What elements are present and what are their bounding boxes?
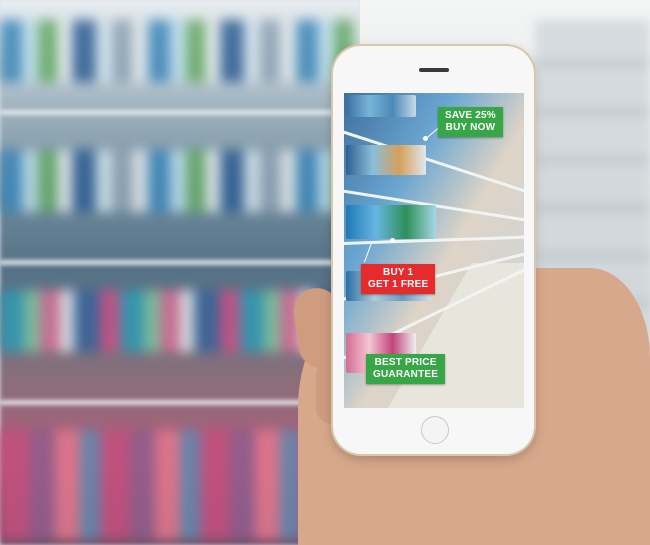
home-button[interactable]: [421, 416, 449, 444]
ar-tag-line: BUY 1: [383, 267, 414, 278]
ar-pointer-dot: [390, 238, 395, 243]
ar-tag-line: GET 1 FREE: [368, 279, 429, 290]
ar-tag-buy-1-get-1[interactable]: BUY 1 GET 1 FREE: [361, 264, 436, 294]
screen-products: [346, 95, 416, 117]
ar-tag-line: GUARANTEE: [373, 369, 439, 380]
shelf-edge: [0, 260, 360, 265]
ar-tag-line: BEST PRICE: [374, 357, 437, 368]
ar-tag-save-25[interactable]: SAVE 25% BUY NOW: [438, 107, 503, 137]
ar-pointer-line: [364, 241, 373, 263]
screen-products: [346, 205, 436, 239]
blurred-products: [0, 20, 360, 82]
ar-pointer-dot: [423, 136, 428, 141]
shelf-edge: [0, 110, 360, 115]
phone-speaker: [419, 68, 449, 72]
ar-tag-best-price[interactable]: BEST PRICE GUARANTEE: [366, 354, 446, 384]
smartphone: [333, 46, 534, 454]
blurred-products: [0, 150, 360, 212]
screen-products: [346, 145, 426, 175]
ar-tag-line: SAVE 25%: [445, 110, 496, 121]
ar-tag-line: BUY NOW: [445, 122, 496, 133]
